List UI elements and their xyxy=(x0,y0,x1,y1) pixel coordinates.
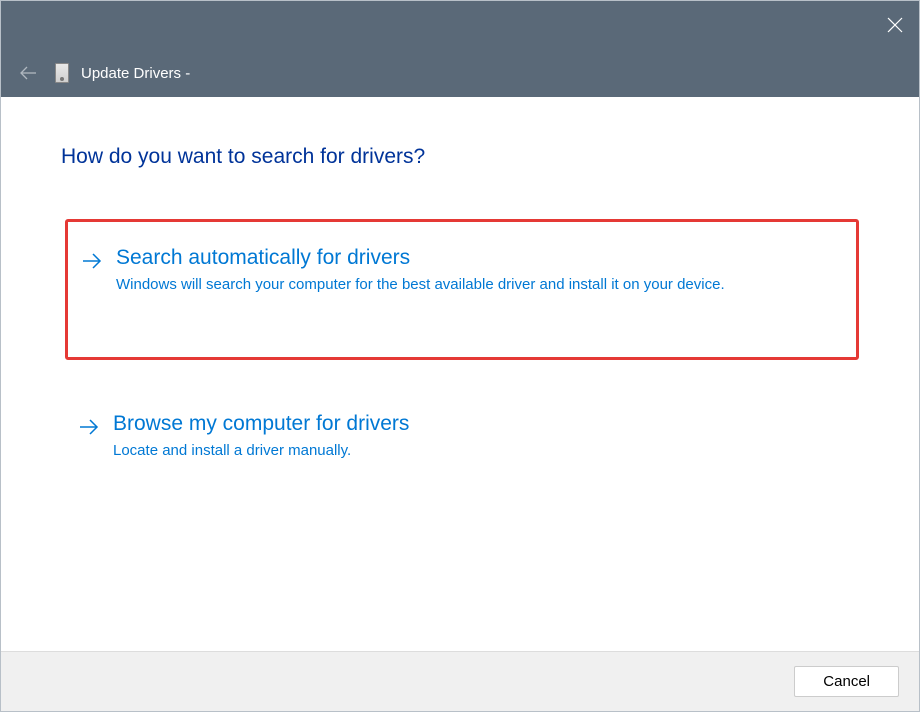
option-title: Browse my computer for drivers xyxy=(113,412,839,436)
device-icon xyxy=(55,63,69,83)
option-description: Windows will search your computer for th… xyxy=(116,274,726,297)
close-button[interactable] xyxy=(871,1,919,49)
option-text: Search automatically for drivers Windows… xyxy=(116,246,836,297)
option-browse-computer[interactable]: Browse my computer for drivers Locate an… xyxy=(65,388,859,493)
back-button[interactable] xyxy=(19,65,37,81)
footer: Cancel xyxy=(1,651,919,711)
option-title: Search automatically for drivers xyxy=(116,246,836,270)
cancel-button[interactable]: Cancel xyxy=(794,666,899,697)
arrow-left-icon xyxy=(19,65,37,81)
page-heading: How do you want to search for drivers? xyxy=(61,145,859,169)
arrow-right-icon xyxy=(82,252,102,275)
option-description: Locate and install a driver manually. xyxy=(113,440,723,463)
option-text: Browse my computer for drivers Locate an… xyxy=(113,412,839,463)
titlebar-top xyxy=(1,1,919,49)
titlebar-sub: Update Drivers - xyxy=(1,49,919,97)
arrow-right-icon xyxy=(79,418,99,441)
content-area: How do you want to search for drivers? S… xyxy=(1,97,919,651)
close-icon xyxy=(887,17,903,33)
options-list: Search automatically for drivers Windows… xyxy=(61,219,859,492)
update-drivers-window: Update Drivers - How do you want to sear… xyxy=(0,0,920,712)
option-search-automatically[interactable]: Search automatically for drivers Windows… xyxy=(65,219,859,360)
window-title: Update Drivers - xyxy=(81,65,190,82)
